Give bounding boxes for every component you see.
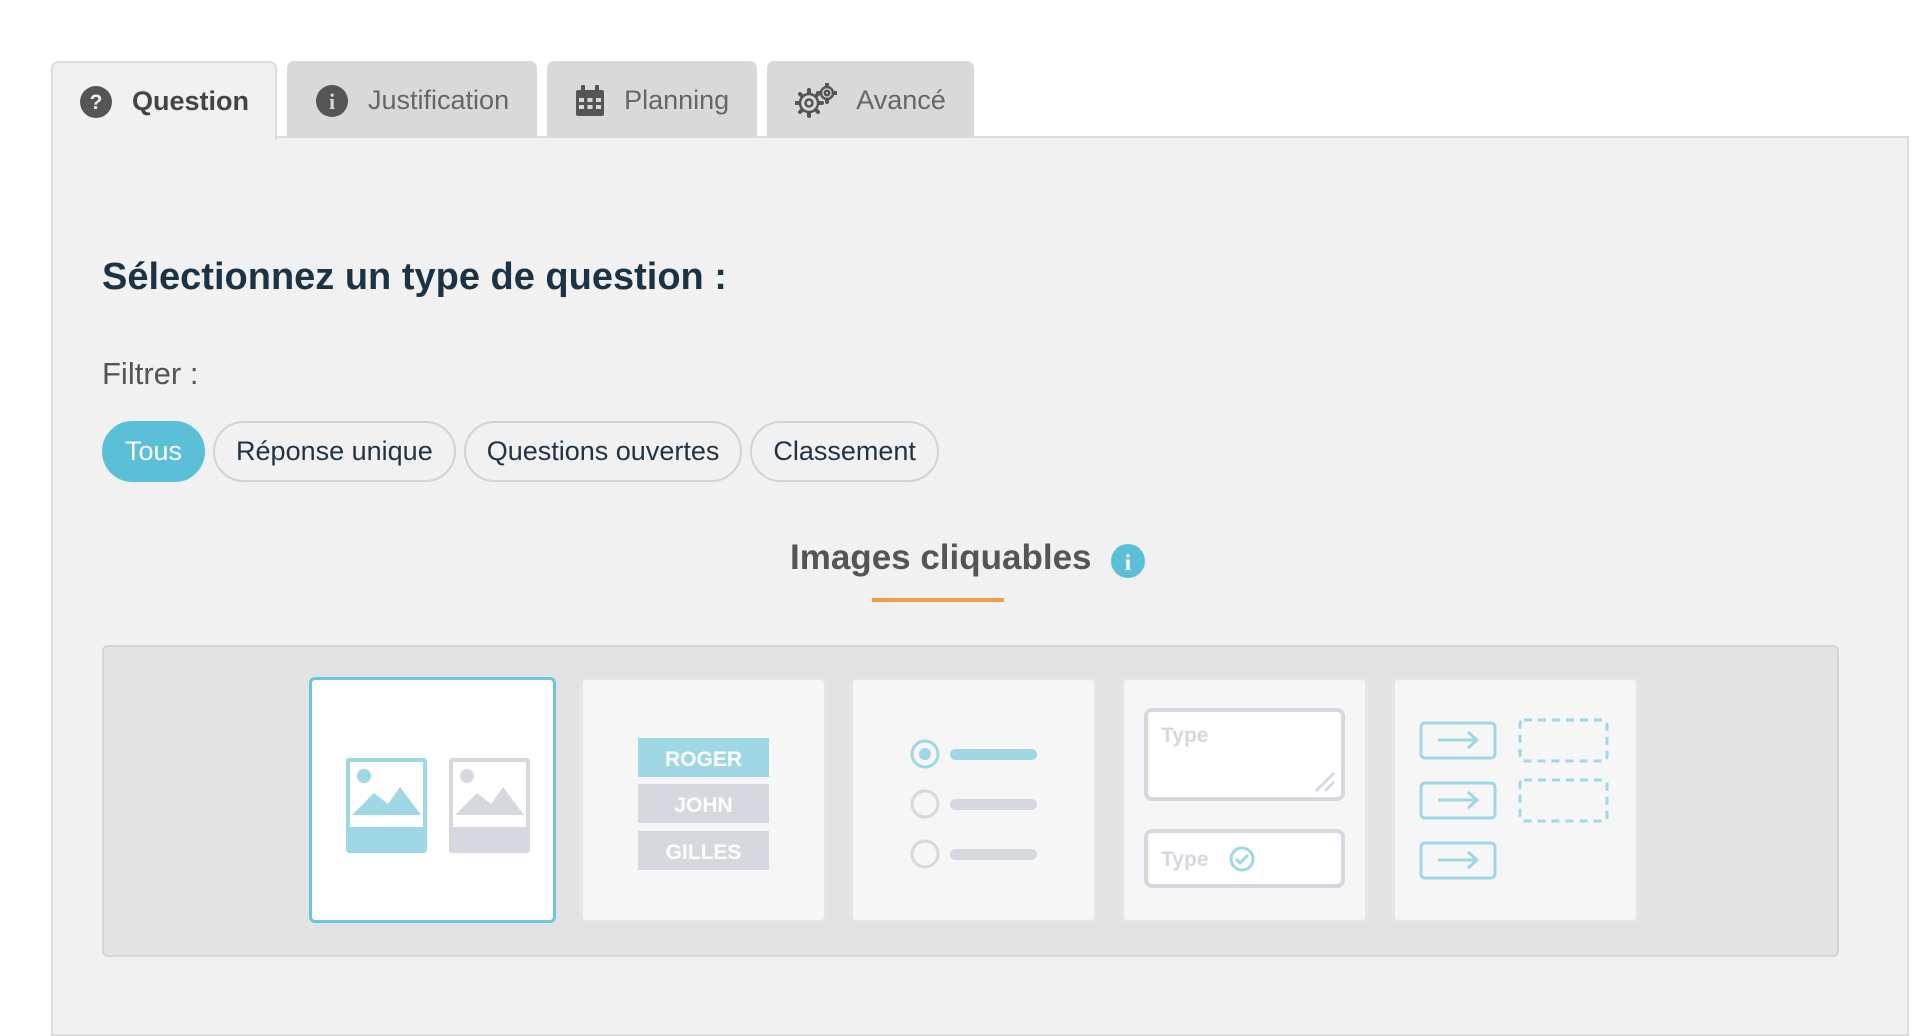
info-circle-icon[interactable]: i — [1110, 543, 1146, 579]
tab-planning[interactable]: Planning — [547, 61, 758, 138]
tab-avance-label: Avancé — [856, 85, 946, 115]
svg-text:i: i — [329, 89, 335, 114]
images-card-icon — [346, 758, 530, 853]
info-circle-icon: i — [315, 84, 349, 118]
tab-justification-label: Justification — [368, 85, 510, 115]
svg-text:i: i — [1124, 550, 1131, 575]
question-type-list: ROGER JOHN GILLES Type Type — [102, 645, 1839, 957]
svg-text:Type: Type — [1161, 848, 1208, 871]
svg-text:ROGER: ROGER — [665, 748, 742, 771]
svg-text:?: ? — [90, 91, 103, 114]
section-title-label: Images cliquables — [790, 538, 1092, 577]
text-input-icon: Type Type — [1144, 708, 1345, 888]
tab-justification[interactable]: i Justification — [287, 61, 538, 138]
section-title: Images cliquables i — [790, 537, 1146, 579]
svg-text:JOHN: JOHN — [674, 794, 732, 817]
question-circle-icon: ? — [79, 85, 113, 119]
tab-planning-label: Planning — [624, 85, 730, 115]
filter-chips: Tous Réponse unique Questions ouvertes C… — [102, 421, 939, 482]
matching-arrows-icon — [1419, 718, 1609, 880]
tab-avance[interactable]: Avancé — [767, 61, 974, 138]
card-matching[interactable] — [1392, 677, 1639, 923]
filter-chip-tous[interactable]: Tous — [102, 421, 206, 482]
tab-question-label: Question — [132, 86, 250, 116]
filter-chip-reponse-unique[interactable]: Réponse unique — [213, 421, 456, 482]
gears-icon — [795, 82, 838, 119]
filter-label: Filtrer : — [102, 356, 199, 391]
svg-text:Type: Type — [1161, 724, 1208, 747]
radio-list-icon — [910, 739, 1037, 869]
tab-bar: ? Question i Justification Planning Avan… — [51, 61, 974, 140]
names-list-icon: ROGER JOHN GILLES — [638, 738, 769, 870]
card-clickable-images[interactable] — [309, 677, 556, 923]
card-single-choice[interactable] — [850, 677, 1097, 923]
section-title-underline — [872, 598, 1004, 602]
card-open-text[interactable]: Type Type — [1121, 677, 1368, 923]
card-name-ranking[interactable]: ROGER JOHN GILLES — [580, 677, 827, 923]
calendar-icon — [575, 84, 605, 117]
filter-chip-classement[interactable]: Classement — [750, 421, 939, 482]
tab-question[interactable]: ? Question — [51, 61, 278, 140]
svg-text:GILLES: GILLES — [666, 841, 742, 864]
page-title: Sélectionnez un type de question : — [102, 256, 727, 298]
filter-chip-questions-ouvertes[interactable]: Questions ouvertes — [463, 421, 743, 482]
